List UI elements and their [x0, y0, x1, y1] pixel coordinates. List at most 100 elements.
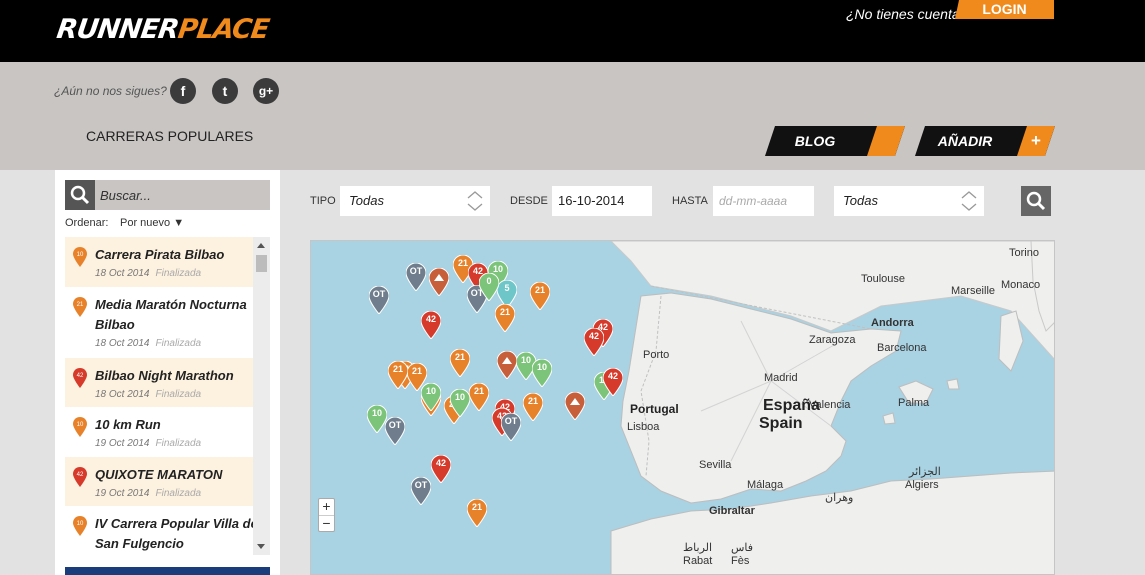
list-item[interactable]: 42 QUIXOTE MARATON 19 Oct 2014 Finalizada: [65, 456, 270, 506]
race-badge-icon: 42: [73, 367, 87, 388]
list-item[interactable]: 10 Carrera Pirata Bilbao 18 Oct 2014 Fina…: [65, 237, 270, 287]
map-marker[interactable]: 21: [495, 304, 515, 332]
twitter-icon[interactable]: t: [212, 78, 238, 104]
map-marker-label: 5: [504, 283, 510, 293]
map-marker[interactable]: [565, 392, 585, 420]
map-label: وهران: [825, 492, 854, 504]
map-marker[interactable]: OT: [385, 417, 405, 445]
race-badge-icon: 10: [73, 516, 87, 536]
race-badge-icon: 10: [73, 247, 87, 267]
map-marker-label: OT: [414, 480, 428, 490]
map-marker[interactable]: OT: [406, 263, 426, 291]
map-marker-label: OT: [504, 416, 518, 426]
googleplus-icon[interactable]: g+: [253, 78, 279, 104]
map-label: الجزائر: [909, 466, 941, 478]
map-label: Zaragoza: [809, 334, 856, 346]
map-marker-label: 21: [499, 307, 510, 317]
map-marker[interactable]: [497, 351, 517, 379]
scroll-down-icon[interactable]: [257, 544, 265, 549]
map-marker[interactable]: OT: [411, 477, 431, 505]
map-label: Portugal: [630, 402, 679, 416]
list-item[interactable]: 42 Bilbao Night Marathon 18 Oct 2014 Fina…: [65, 357, 270, 407]
race-badge-icon: 42: [73, 466, 87, 487]
zoom-in-button[interactable]: +: [319, 499, 334, 515]
map-marker[interactable]: 10: [421, 383, 441, 411]
race-name: Carrera Pirata Bilbao: [95, 247, 225, 262]
map-marker[interactable]: [429, 268, 449, 296]
map-marker[interactable]: 10: [450, 389, 470, 417]
map-label: Sevilla: [699, 459, 732, 471]
race-name: QUIXOTE MARATON: [95, 466, 223, 482]
race-status: Finalizada: [155, 268, 202, 279]
hasta-date-input[interactable]: dd-mm-aaaa: [713, 186, 814, 216]
add-button[interactable]: AÑADIR +: [915, 126, 1055, 156]
filter-search-button[interactable]: [1021, 186, 1051, 216]
map-marker-label: 21: [411, 366, 422, 376]
region-select[interactable]: Todas: [834, 186, 984, 216]
race-date: 18 Oct 2014: [95, 268, 150, 279]
race-status: Finalizada: [155, 388, 202, 400]
race-status: Finalizada: [155, 438, 202, 449]
map-marker[interactable]: OT: [369, 286, 389, 314]
race-map[interactable]: Toulouse Marseille Monaco Torino Andorra…: [310, 240, 1055, 575]
map-label: Spain: [759, 415, 803, 432]
race-status: Finalizada: [155, 487, 202, 499]
map-marker-label: 21: [473, 386, 484, 396]
map-marker-label: 42: [435, 458, 446, 468]
race-date: 19 Oct 2014: [95, 487, 150, 499]
desde-date-input[interactable]: 16-10-2014: [552, 186, 652, 216]
section-title: CARRERAS POPULARES: [86, 128, 254, 144]
map-label: Monaco: [1001, 279, 1041, 291]
blog-button[interactable]: BLOG: [765, 126, 905, 156]
scroll-thumb[interactable]: [256, 255, 267, 272]
list-item[interactable]: 10 IV Carrera Popular Villa de San Fulge…: [65, 506, 270, 555]
search-icon[interactable]: [65, 180, 95, 210]
tipo-label: TIPO: [310, 195, 336, 207]
map-label: الرباط: [683, 542, 713, 554]
map-marker[interactable]: 21: [467, 499, 487, 527]
scroll-up-icon[interactable]: [257, 243, 265, 248]
race-meta: 19 Oct 2014 Finalizada: [95, 485, 270, 503]
hasta-label: HASTA: [672, 195, 708, 207]
login-button[interactable]: LOGIN: [955, 0, 1054, 19]
map-label: Rabat: [683, 555, 713, 567]
blog-label: BLOG: [794, 133, 836, 149]
map-label: Barcelona: [877, 342, 927, 354]
race-name: Bilbao Night Marathon: [95, 367, 234, 383]
map-marker[interactable]: 21: [530, 282, 550, 310]
sidebar-banner[interactable]: [65, 567, 270, 575]
map-marker[interactable]: 21: [523, 393, 543, 421]
svg-text:10: 10: [77, 422, 84, 428]
runnerplace-logo[interactable]: RUNNERPLACE: [55, 14, 271, 45]
map-marker[interactable]: 10: [532, 359, 552, 387]
race-date: 19 Oct 2014: [95, 438, 150, 449]
race-date: 18 Oct 2014: [95, 337, 150, 349]
map-marker[interactable]: 21: [388, 361, 408, 389]
facebook-icon[interactable]: f: [170, 78, 196, 104]
map-marker[interactable]: OT: [501, 413, 521, 441]
sort-select[interactable]: Por nuevo ▼: [120, 217, 184, 229]
map-marker-label: OT: [388, 420, 402, 430]
map-marker[interactable]: 0: [479, 273, 499, 301]
zoom-out-button[interactable]: −: [319, 515, 334, 531]
race-name: Media Maratón Nocturna Bilbao: [95, 296, 247, 332]
map-marker[interactable]: 10: [367, 405, 387, 433]
map-marker[interactable]: 42: [603, 368, 623, 396]
map-marker[interactable]: 21: [469, 383, 489, 411]
race-list-scrollbar[interactable]: [253, 237, 270, 555]
list-item[interactable]: 21 Media Maratón Nocturna Bilbao 18 Oct …: [65, 287, 270, 358]
map-marker[interactable]: 42: [584, 328, 604, 356]
map-label: فاس: [731, 542, 754, 554]
add-label: AÑADIR: [937, 133, 993, 149]
sort-label: Ordenar:: [65, 217, 109, 229]
race-search-input[interactable]: [95, 180, 270, 210]
tipo-value: Todas: [349, 193, 384, 208]
map-marker[interactable]: 21: [450, 349, 470, 377]
list-item[interactable]: 10 10 km Run 19 Oct 2014 Finalizada: [65, 407, 270, 457]
map-label: Fès: [731, 555, 750, 567]
desde-label: DESDE: [510, 195, 548, 207]
map-marker[interactable]: 42: [421, 311, 441, 339]
map-marker[interactable]: 42: [431, 455, 451, 483]
blog-accent: [867, 126, 905, 156]
tipo-select[interactable]: Todas: [340, 186, 490, 216]
